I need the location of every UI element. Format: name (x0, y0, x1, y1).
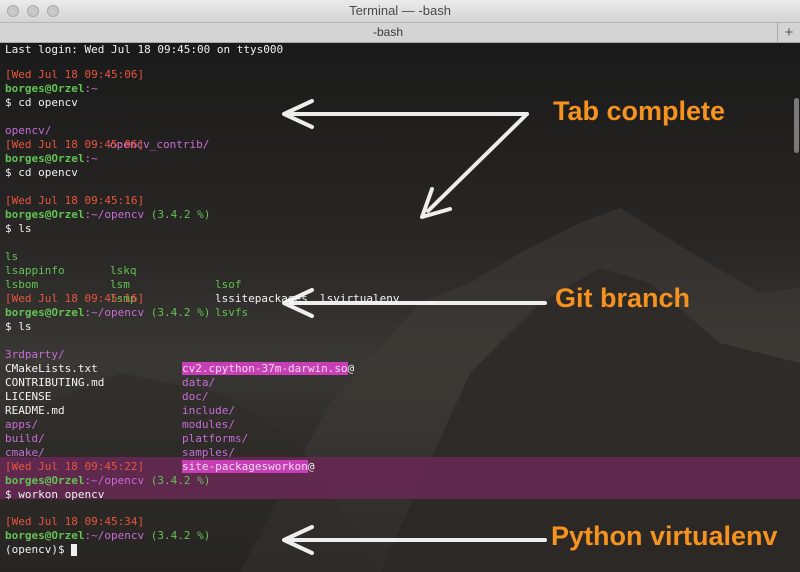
tab-bar: -bash + (0, 23, 800, 43)
annotation-python-virtualenv: Python virtualenv (551, 521, 778, 551)
terminal-view[interactable]: Last login: Wed Jul 18 09:45:00 on ttys0… (0, 43, 800, 572)
scrollbar-thumb[interactable] (794, 98, 799, 153)
window-titlebar: Terminal — -bash (0, 0, 800, 23)
new-tab-plus-icon[interactable]: + (777, 23, 800, 42)
window-title: Terminal — -bash (349, 3, 451, 18)
annotation-git-branch: Git branch (555, 283, 691, 313)
arrow-git-branch (282, 288, 547, 318)
arrow-python-virtualenv (282, 525, 547, 555)
tab-bash[interactable]: -bash (0, 25, 776, 39)
annotation-tab-complete: Tab complete (553, 96, 726, 126)
arrow-tab-complete (282, 99, 529, 219)
